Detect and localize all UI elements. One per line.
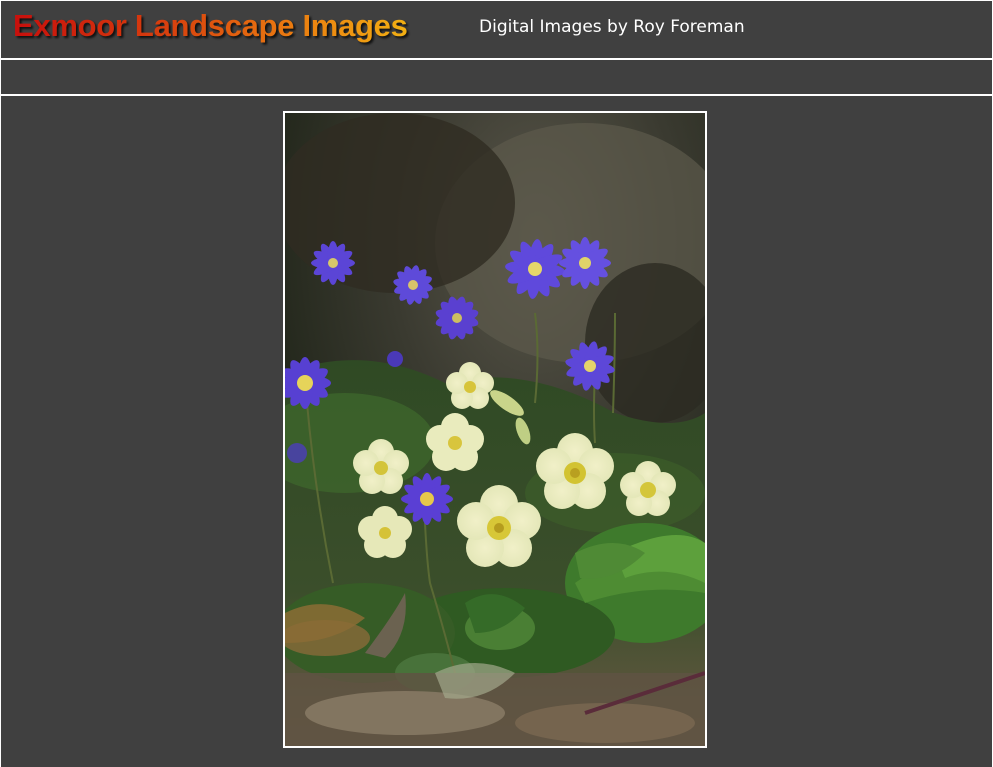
navigation-bar bbox=[1, 60, 992, 94]
site-title[interactable]: Exmoor Landscape Images bbox=[13, 8, 408, 44]
featured-photo[interactable] bbox=[283, 111, 707, 748]
site-subtitle: Digital Images by Roy Foreman bbox=[479, 17, 745, 37]
site-header: Exmoor Landscape Images Digital Images b… bbox=[1, 1, 992, 58]
flower-photo-image bbox=[285, 113, 705, 746]
nav-divider bbox=[1, 94, 992, 96]
page: Exmoor Landscape Images Digital Images b… bbox=[1, 1, 992, 767]
